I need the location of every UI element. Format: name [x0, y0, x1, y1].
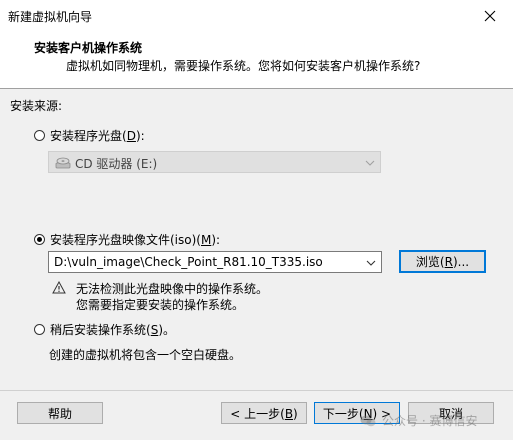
cancel-button-label: 取消 — [438, 406, 463, 421]
install-later-description: 创建的虚拟机将包含一个空白硬盘。 — [49, 348, 242, 362]
radio-iso-image[interactable]: 安装程序光盘映像文件(iso)(M): — [34, 231, 220, 248]
close-icon — [484, 10, 496, 21]
browse-button-label: 浏览(R)... — [415, 255, 470, 269]
radio-install-disc-indicator[interactable] — [34, 130, 45, 141]
iso-path-combo[interactable]: D:\vuln_image\Check_Point_R81.10_T335.is… — [48, 251, 382, 273]
chevron-down-icon[interactable] — [366, 257, 376, 271]
help-button-label: 帮助 — [47, 406, 72, 421]
cd-drive-icon — [55, 156, 71, 173]
wizard-header: 安装客户机操作系统 虚拟机如同物理机，需要操作系统。您将如何安装客户机操作系统? — [0, 31, 513, 89]
radio-install-disc[interactable]: 安装程序光盘(D): — [34, 127, 145, 144]
warning-icon — [52, 280, 66, 297]
next-button-label: 下一步(N) > — [322, 406, 392, 421]
radio-install-later-label: 稍后安装操作系统(S)。 — [50, 323, 175, 337]
close-button[interactable] — [467, 0, 513, 31]
page-subtitle: 虚拟机如同物理机，需要操作系统。您将如何安装客户机操作系统? — [66, 59, 421, 73]
radio-iso-image-label: 安装程序光盘映像文件(iso)(M): — [50, 233, 221, 247]
next-button[interactable]: 下一步(N) > — [314, 402, 400, 424]
back-button[interactable]: < 上一步(B) — [221, 402, 307, 424]
radio-install-later[interactable]: 稍后安装操作系统(S)。 — [34, 321, 175, 338]
footer-divider — [0, 390, 513, 391]
warning-line-2: 您需要指定要安装的操作系统。 — [76, 298, 245, 312]
browse-button[interactable]: 浏览(R)... — [399, 250, 486, 273]
radio-install-later-indicator[interactable] — [34, 324, 45, 335]
install-source-label: 安装来源: — [10, 99, 63, 113]
warning-line-1: 无法检测此光盘映像中的操作系统。 — [76, 282, 269, 296]
back-button-label: < 上一步(B) — [230, 406, 298, 421]
window-titlebar: 新建虚拟机向导 — [0, 0, 513, 32]
disc-drive-select[interactable]: CD 驱动器 (E:) — [48, 151, 381, 173]
help-button[interactable]: 帮助 — [17, 402, 103, 424]
cancel-button[interactable]: 取消 — [408, 402, 494, 424]
page-title: 安装客户机操作系统 — [34, 41, 143, 55]
radio-iso-image-indicator[interactable] — [34, 234, 45, 245]
window-title: 新建虚拟机向导 — [8, 10, 93, 24]
disc-drive-value: CD 驱动器 (E:) — [75, 157, 158, 171]
warning-message: 无法检测此光盘映像中的操作系统。 您需要指定要安装的操作系统。 — [76, 281, 268, 313]
chevron-down-icon — [365, 157, 375, 171]
radio-install-disc-label: 安装程序光盘(D): — [50, 129, 145, 143]
iso-path-value: D:\vuln_image\Check_Point_R81.10_T335.is… — [54, 255, 323, 269]
